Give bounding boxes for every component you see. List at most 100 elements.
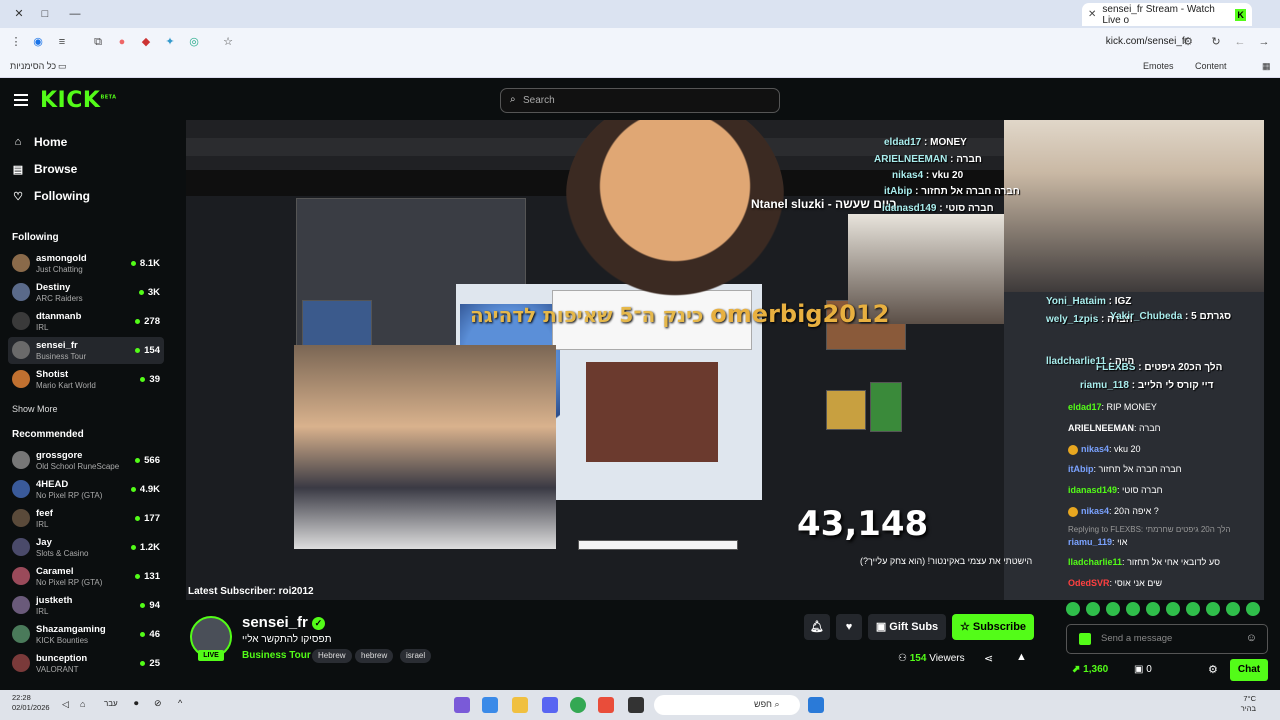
chat-message[interactable]: OdedSVR: שים אני אוסי	[1068, 578, 1162, 588]
channel-item[interactable]: Caramel No Pixel RP (GTA) 131	[8, 563, 164, 590]
emote-icon[interactable]	[1106, 602, 1120, 616]
channel-item[interactable]: 4HEAD No Pixel RP (GTA) 4.9K	[8, 476, 164, 503]
tag-hebrew[interactable]: Hebrew	[312, 649, 352, 663]
nav-browse[interactable]: ▤ Browse	[12, 162, 78, 176]
nav-home[interactable]: ⌂ Home	[12, 135, 68, 149]
emote-icon[interactable]	[1086, 602, 1100, 616]
channel-item[interactable]: Jay Slots & Casino 1.2K	[8, 534, 164, 561]
chat-reply-context[interactable]: Replying to FLEXBS: הלך ה20 גיפטים שחרמת…	[1068, 525, 1230, 534]
streamer-name[interactable]: sensei_fr ✓	[242, 614, 325, 631]
bookmark-emotes[interactable]: Emotes	[1143, 61, 1174, 71]
app-icon[interactable]	[598, 697, 614, 713]
file-explorer-icon[interactable]	[512, 697, 528, 713]
channel-item[interactable]: dtanmanb IRL 278	[8, 308, 164, 335]
emote-icon[interactable]	[1186, 602, 1200, 616]
chat-message[interactable]: ARIELNEEMAN: חברה	[1068, 423, 1161, 433]
network-icon[interactable]: ⌂	[80, 699, 85, 709]
chat-message[interactable]: nikas4: vku 20	[1068, 444, 1141, 455]
chat-message[interactable]: itAbip: חברה חברה אל תחזור	[1068, 464, 1182, 474]
chat-username[interactable]: riamu_119	[1068, 537, 1112, 547]
tag-israel[interactable]: israel	[400, 649, 432, 663]
nav-following[interactable]: ♡ Following	[12, 189, 90, 203]
emote-icon[interactable]	[1066, 602, 1080, 616]
windows-start-icon[interactable]	[808, 697, 824, 713]
chat-message[interactable]: idanasd149: חברה סוטי	[1068, 485, 1163, 495]
show-more-link[interactable]: Show More	[12, 404, 58, 414]
site-settings-icon[interactable]: ⚙	[1180, 34, 1196, 50]
minimize-window-icon[interactable]: —	[66, 6, 84, 22]
extension-icon[interactable]: ≡	[54, 34, 70, 50]
channel-item[interactable]: Shazamgaming KICK Bounties 46	[8, 621, 164, 648]
subscribe-button[interactable]: ☆ Subscribe	[952, 614, 1034, 640]
speaker-icon[interactable]: ◁	[62, 699, 69, 710]
emote-icon[interactable]	[1126, 602, 1140, 616]
emote-bar[interactable]	[1066, 602, 1266, 618]
notifications-button[interactable]: 🔔︎	[804, 614, 830, 640]
search-input[interactable]: ⌕ Search	[500, 88, 780, 113]
chat-username[interactable]: nikas4	[1081, 444, 1109, 454]
profile-icon[interactable]: ◉	[30, 34, 46, 50]
chat-message[interactable]: nikas4: איפה ה20 ?	[1068, 506, 1159, 517]
emote-icon[interactable]	[1226, 602, 1240, 616]
channel-item[interactable]: bunception VALORANT 25	[8, 650, 164, 677]
extension-shield-icon[interactable]: ◆	[138, 34, 154, 50]
app-icon[interactable]	[628, 697, 644, 713]
chat-message[interactable]: riamu_119: אוי	[1068, 537, 1127, 547]
send-chat-button[interactable]: Chat	[1230, 659, 1268, 681]
taskbar-search[interactable]: חפש ⌕	[654, 695, 800, 715]
channel-item[interactable]: Shotist Mario Kart World 39	[8, 366, 164, 393]
stream-category[interactable]: Business Tour	[242, 650, 311, 661]
gift-subs-button[interactable]: ▣ Gift Subs	[868, 614, 946, 640]
chat-settings-icon[interactable]: ⚙	[1208, 663, 1218, 676]
hamburger-menu-icon[interactable]	[14, 94, 28, 106]
share-icon[interactable]: ⋖	[984, 652, 993, 665]
chat-username[interactable]: OdedSVR	[1068, 578, 1110, 588]
channel-item[interactable]: justketh IRL 94	[8, 592, 164, 619]
chat-username[interactable]: nikas4	[1081, 506, 1109, 516]
chrome-icon[interactable]	[570, 697, 586, 713]
emote-icon[interactable]	[1166, 602, 1180, 616]
close-window-icon[interactable]: ✕	[10, 6, 28, 22]
emoji-icon[interactable]: ☺	[1246, 632, 1257, 644]
mic-icon[interactable]: ⏺	[134, 698, 139, 709]
back-icon[interactable]: →	[1256, 34, 1272, 50]
emote-icon[interactable]	[1146, 602, 1160, 616]
all-bookmarks[interactable]: כל הסימניות	[10, 61, 56, 71]
channel-item[interactable]: sensei_fr Business Tour 154	[8, 337, 164, 364]
app-icon[interactable]	[482, 697, 498, 713]
chat-input[interactable]: Send a message ☺	[1066, 624, 1268, 654]
discord-icon[interactable]	[542, 697, 558, 713]
chat-username[interactable]: lladcharlie11	[1068, 557, 1122, 567]
browser-tab[interactable]: ✕ sensei_fr Stream - Watch Live o K	[1082, 3, 1252, 26]
app-icon[interactable]	[454, 697, 470, 713]
chat-message[interactable]: eldad17: RIP MONEY	[1068, 402, 1157, 412]
report-icon[interactable]: ▲	[1016, 651, 1027, 663]
bookmark-content[interactable]: Content	[1195, 61, 1227, 71]
weather[interactable]: 7°C בהיר	[1241, 694, 1256, 714]
chat-message[interactable]: lladcharlie11: סע לדובאי אחי אל תחזור	[1068, 557, 1220, 567]
channel-points[interactable]: ⬈ 1,360	[1072, 664, 1108, 675]
gift-count[interactable]: ▣ 0	[1134, 664, 1152, 675]
chat-username[interactable]: eldad17	[1068, 402, 1102, 412]
clock[interactable]: 22:28 02/01/2026	[12, 693, 50, 713]
emote-icon[interactable]	[1246, 602, 1260, 616]
forward-icon[interactable]: ←	[1232, 34, 1248, 50]
chat-username[interactable]: idanasd149	[1068, 485, 1117, 495]
url-field[interactable]: kick.com/sensei_fr	[1106, 36, 1188, 47]
emote-icon[interactable]	[1206, 602, 1220, 616]
channel-item[interactable]: grossgore Old School RuneScape 566	[8, 447, 164, 474]
extension-red-icon[interactable]: ●	[114, 34, 130, 50]
language-indicator[interactable]: עבר	[104, 699, 118, 708]
channel-item[interactable]: Destiny ARC Raiders 3K	[8, 279, 164, 306]
channel-item[interactable]: asmongold Just Chatting 8.1K	[8, 250, 164, 277]
channel-item[interactable]: feef IRL 177	[8, 505, 164, 532]
menu-dots-icon[interactable]: ⋮	[8, 34, 24, 50]
extension-blue-icon[interactable]: ✦	[162, 34, 178, 50]
maximize-window-icon[interactable]: □	[36, 6, 54, 22]
puzzle-icon[interactable]: ⧉	[90, 34, 106, 50]
chat-username[interactable]: itAbip	[1068, 464, 1094, 474]
extension-green-icon[interactable]: ◎	[186, 34, 202, 50]
chat-username[interactable]: ARIELNEEMAN	[1068, 423, 1134, 433]
tray-chevron-icon[interactable]: ^	[178, 698, 182, 708]
grid-icon[interactable]: ▦	[1262, 61, 1271, 72]
